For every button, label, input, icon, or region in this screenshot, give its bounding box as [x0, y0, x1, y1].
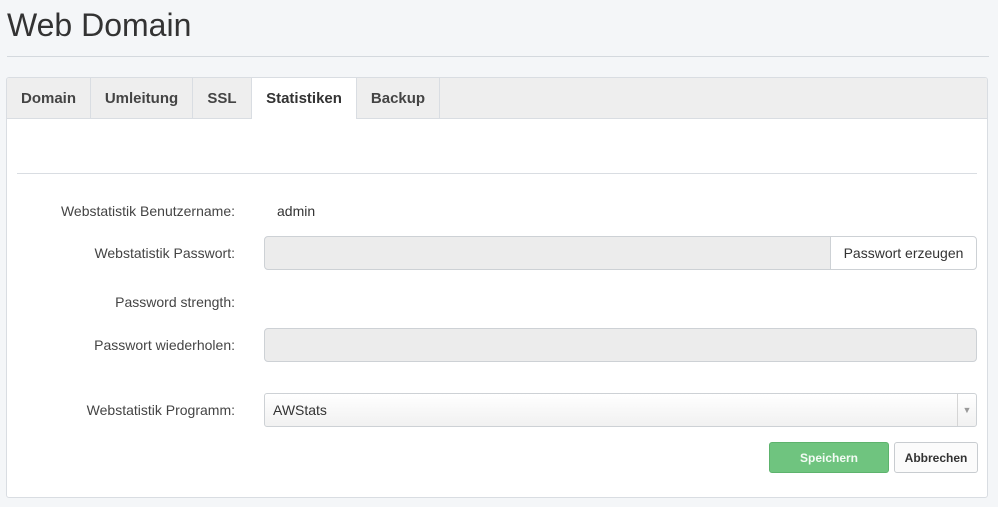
password-strength-label: Password strength: [115, 294, 235, 310]
program-select[interactable]: AWStats ▼ [264, 393, 977, 427]
generate-password-button[interactable]: Passwort erzeugen [830, 236, 977, 270]
tab-umleitung[interactable]: Umleitung [91, 78, 193, 118]
program-label: Webstatistik Programm: [86, 402, 235, 418]
title-divider [7, 56, 989, 57]
tab-ssl[interactable]: SSL [193, 78, 252, 118]
tab-domain[interactable]: Domain [7, 78, 91, 118]
tab-bar: Domain Umleitung SSL Statistiken Backup [7, 78, 987, 119]
password-input[interactable] [264, 236, 832, 270]
form-panel: Domain Umleitung SSL Statistiken Backup … [6, 77, 988, 498]
program-selected-value: AWStats [273, 402, 327, 418]
username-value: admin [277, 203, 316, 219]
username-label: Webstatistik Benutzername: [60, 203, 235, 219]
tab-statistiken[interactable]: Statistiken [252, 78, 357, 119]
cancel-button[interactable]: Abbrechen [894, 442, 978, 473]
chevron-down-icon[interactable]: ▼ [957, 394, 976, 426]
repeat-password-input[interactable] [264, 328, 977, 362]
password-label: Webstatistik Passwort: [94, 245, 235, 261]
tab-backup[interactable]: Backup [357, 78, 440, 118]
page-title: Web Domain [7, 7, 192, 43]
section-divider [17, 173, 977, 174]
save-button[interactable]: Speichern [769, 442, 889, 473]
repeat-password-label: Passwort wiederholen: [94, 337, 235, 353]
